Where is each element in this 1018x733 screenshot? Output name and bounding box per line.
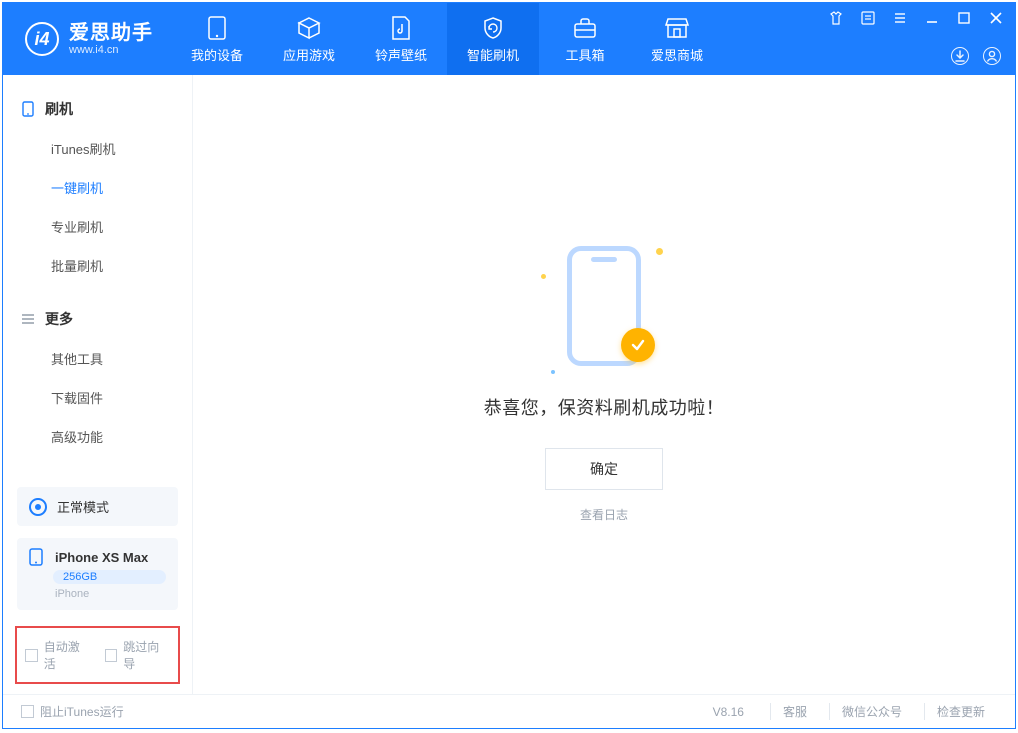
brand-subtitle: www.i4.cn	[69, 44, 153, 56]
titlebar: i4 爱思助手 www.i4.cn 我的设备 应用游戏	[3, 3, 1015, 75]
sidebar-group-title: 更多	[45, 309, 73, 329]
version-label: V8.16	[713, 705, 744, 719]
minimize-button[interactable]	[923, 9, 941, 27]
shield-refresh-icon	[480, 15, 506, 41]
sidebar-item-pro-flash[interactable]: 专业刷机	[3, 207, 192, 246]
checkbox-label: 跳过向导	[123, 638, 170, 672]
phone-icon	[21, 102, 35, 116]
success-message: 恭喜您，保资料刷机成功啦！	[484, 394, 725, 420]
sidebar-group-more: 更多	[3, 303, 192, 339]
music-file-icon	[388, 15, 414, 41]
nav-label: 我的设备	[191, 45, 243, 64]
brand-logo-icon: i4	[25, 22, 59, 56]
header-action-buttons	[951, 47, 1001, 65]
sidebar: 刷机 iTunes刷机 一键刷机 专业刷机 批量刷机 更多 其他工具 下载固件 …	[3, 75, 193, 694]
nav-store[interactable]: 爱思商城	[631, 3, 723, 75]
sparkle-icon	[656, 248, 663, 255]
feedback-icon[interactable]	[859, 9, 877, 27]
top-nav: 我的设备 应用游戏 铃声壁纸 智能刷机	[171, 3, 723, 75]
device-icon	[204, 15, 230, 41]
mode-icon	[29, 498, 47, 516]
nav-label: 爱思商城	[651, 45, 703, 64]
view-log-link[interactable]: 查看日志	[580, 506, 628, 523]
success-illustration	[539, 246, 669, 376]
device-name: iPhone XS Max	[55, 550, 148, 565]
nav-apps-games[interactable]: 应用游戏	[263, 3, 355, 75]
sidebar-item-oneclick-flash[interactable]: 一键刷机	[3, 168, 192, 207]
nav-label: 应用游戏	[283, 45, 335, 64]
download-button[interactable]	[951, 47, 969, 65]
status-link-wechat[interactable]: 微信公众号	[829, 703, 914, 720]
window-controls	[827, 9, 1005, 27]
menu-icon[interactable]	[891, 9, 909, 27]
bottom-options-highlight: 自动激活 跳过向导	[15, 626, 180, 684]
sidebar-item-other-tools[interactable]: 其他工具	[3, 339, 192, 378]
checkbox-block-itunes[interactable]: 阻止iTunes运行	[21, 703, 124, 720]
sidebar-group-flash: 刷机	[3, 93, 192, 129]
check-badge-icon	[621, 328, 655, 362]
cube-icon	[296, 15, 322, 41]
checkbox-skip-guide[interactable]: 跳过向导	[105, 638, 171, 672]
brand: i4 爱思助手 www.i4.cn	[3, 3, 171, 75]
nav-label: 工具箱	[565, 45, 604, 64]
checkbox-auto-activate[interactable]: 自动激活	[25, 638, 91, 672]
mode-tile[interactable]: 正常模式	[17, 487, 178, 526]
sidebar-item-itunes-flash[interactable]: iTunes刷机	[3, 129, 192, 168]
status-link-update[interactable]: 检查更新	[924, 703, 997, 720]
checkbox-icon	[21, 705, 34, 718]
brand-text: 爱思助手 www.i4.cn	[69, 22, 153, 56]
nav-my-device[interactable]: 我的设备	[171, 3, 263, 75]
sidebar-item-batch-flash[interactable]: 批量刷机	[3, 246, 192, 285]
statusbar: 阻止iTunes运行 V8.16 客服 微信公众号 检查更新	[3, 694, 1015, 728]
status-link-support[interactable]: 客服	[770, 703, 819, 720]
main-content: 恭喜您，保资料刷机成功啦！ 确定 查看日志	[193, 75, 1015, 694]
store-icon	[664, 15, 690, 41]
close-button[interactable]	[987, 9, 1005, 27]
nav-label: 智能刷机	[467, 45, 519, 64]
nav-label: 铃声壁纸	[375, 45, 427, 64]
device-capacity: 256GB	[53, 570, 166, 584]
toolbox-icon	[572, 15, 598, 41]
device-phone-icon	[29, 548, 47, 566]
more-icon	[21, 312, 35, 326]
ok-button[interactable]: 确定	[545, 448, 663, 490]
account-button[interactable]	[983, 47, 1001, 65]
brand-title: 爱思助手	[69, 22, 153, 44]
maximize-button[interactable]	[955, 9, 973, 27]
checkbox-icon	[25, 649, 38, 662]
device-model: iPhone	[55, 588, 166, 600]
nav-toolbox[interactable]: 工具箱	[539, 3, 631, 75]
nav-ringtone-wallpaper[interactable]: 铃声壁纸	[355, 3, 447, 75]
checkbox-label: 自动激活	[44, 638, 91, 672]
mode-label: 正常模式	[57, 497, 109, 516]
sidebar-group-title: 刷机	[45, 99, 73, 119]
body: 刷机 iTunes刷机 一键刷机 专业刷机 批量刷机 更多 其他工具 下载固件 …	[3, 75, 1015, 694]
app-window: i4 爱思助手 www.i4.cn 我的设备 应用游戏	[2, 2, 1016, 729]
sparkle-icon	[551, 370, 555, 374]
sidebar-item-advanced[interactable]: 高级功能	[3, 417, 192, 456]
nav-smart-flash[interactable]: 智能刷机	[447, 3, 539, 75]
sparkle-icon	[541, 274, 546, 279]
checkbox-label: 阻止iTunes运行	[40, 703, 124, 720]
device-tile[interactable]: iPhone XS Max 256GB iPhone	[17, 538, 178, 610]
checkbox-icon	[105, 649, 118, 662]
sidebar-item-download-firmware[interactable]: 下载固件	[3, 378, 192, 417]
tshirt-icon[interactable]	[827, 9, 845, 27]
